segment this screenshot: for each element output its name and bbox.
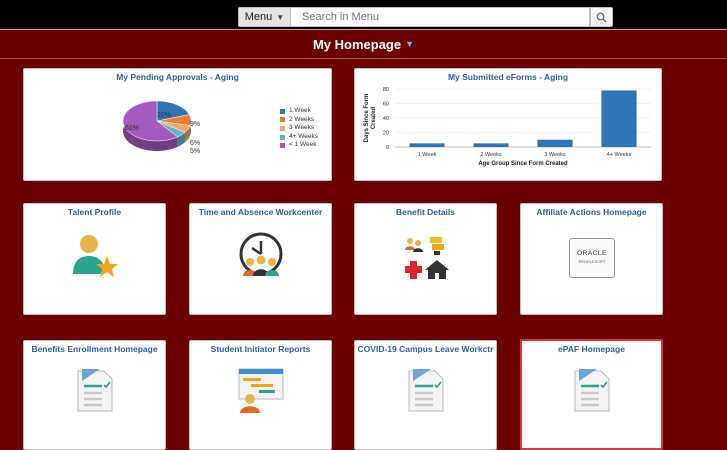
tile-title: Affiliate Actions Homepage bbox=[536, 207, 647, 217]
tile-student-reports[interactable]: Student Initiator Reports bbox=[189, 340, 332, 450]
chart-legend: 1 Week 2 Weeks 3 Weeks 4+ Weeks < 1 Week bbox=[280, 107, 318, 150]
y-tick-label: 20 bbox=[383, 131, 389, 137]
bar[interactable] bbox=[473, 143, 509, 147]
tile-benefit-details[interactable]: Benefit Details bbox=[354, 203, 497, 315]
y-tick-label: 0 bbox=[386, 145, 389, 151]
x-tick-label: 3 Weeks bbox=[544, 152, 566, 158]
x-tick-label: 2 Weeks bbox=[480, 152, 502, 158]
search-button[interactable] bbox=[590, 7, 613, 27]
bar[interactable] bbox=[537, 139, 573, 147]
legend-item: 4+ Weeks bbox=[280, 133, 318, 142]
legend-item: < 1 Week bbox=[280, 141, 318, 150]
data-label: 20% bbox=[157, 112, 172, 119]
legend-swatch bbox=[280, 134, 285, 140]
y-axis-label: Created bbox=[371, 106, 377, 129]
report-presenter-icon bbox=[238, 368, 283, 413]
tile-submitted-eforms[interactable]: My Submitted eForms - Aging 0 20 40 60 80 1 W… bbox=[354, 68, 662, 181]
tile-title: Student Initiator Reports bbox=[210, 344, 311, 354]
top-bar: Menu ▼ bbox=[0, 0, 727, 30]
legend-item: 1 Week bbox=[280, 107, 318, 116]
tile-epaf[interactable]: ePAF Homepage bbox=[520, 339, 663, 450]
y-tick-label: 80 bbox=[383, 87, 389, 93]
legend-label: 4+ Weeks bbox=[289, 132, 318, 140]
tile-title: ePAF Homepage bbox=[558, 344, 625, 354]
clock-people-icon bbox=[239, 232, 282, 276]
x-tick-label: 4+ Weeks bbox=[607, 152, 632, 158]
legend-label: 1 Week bbox=[289, 107, 311, 114]
tile-covid-leave[interactable]: COVID-19 Campus Leave Workctr bbox=[354, 340, 497, 450]
x-axis-label: Age Group Since Form Created bbox=[478, 161, 568, 167]
tile-title: Benefits Enrollment Homepage bbox=[31, 344, 158, 354]
data-label: 6% bbox=[190, 140, 201, 147]
tile-pending-approvals[interactable]: My Pending Approvals - Aging 20% 61% 9% … bbox=[23, 68, 332, 181]
page-title-text: My Homepage bbox=[312, 36, 402, 52]
user-star-icon bbox=[72, 235, 118, 277]
legend-label: < 1 Week bbox=[289, 141, 317, 149]
document-checklist-icon bbox=[408, 369, 443, 412]
tile-time-absence[interactable]: Time and Absence Workcenter bbox=[189, 203, 332, 315]
bar-chart: 0 20 40 60 80 1 Week 2 Weeks 3 Weeks 4+ Weeks Age… bbox=[364, 87, 651, 167]
legend-swatch bbox=[280, 117, 285, 123]
menu-button[interactable]: Menu ▼ bbox=[238, 7, 291, 27]
tile-title: Benefit Details bbox=[395, 207, 456, 217]
tile-title: Time and Absence Workcenter bbox=[198, 207, 323, 217]
benefits-grid-icon bbox=[402, 234, 449, 279]
search-icon bbox=[596, 12, 607, 22]
x-tick-label: 1 Week bbox=[418, 152, 437, 158]
y-axis-label: Days Since Form bbox=[364, 94, 370, 143]
tile-affiliate-actions[interactable]: Affiliate Actions Homepage ORACLE PEOPLE… bbox=[520, 203, 663, 315]
search-input[interactable] bbox=[291, 7, 590, 27]
y-tick-label: 60 bbox=[383, 102, 389, 108]
data-label: 5% bbox=[190, 148, 201, 155]
tile-title: COVID-19 Campus Leave Workctr bbox=[357, 344, 494, 354]
logo-line2: PEOPLESOFT bbox=[578, 259, 606, 264]
tile-talent-profile[interactable]: Talent Profile bbox=[23, 203, 166, 315]
tile-benefits-enrollment[interactable]: Benefits Enrollment Homepage bbox=[23, 340, 166, 450]
tile-title: My Pending Approvals - Aging bbox=[116, 72, 239, 82]
chevron-down-icon: ▼ bbox=[276, 12, 285, 22]
legend-swatch bbox=[280, 108, 285, 114]
document-checklist-icon bbox=[574, 369, 609, 412]
legend-label: 2 Weeks bbox=[289, 115, 315, 123]
page-title[interactable]: My Homepage ▼ bbox=[0, 30, 727, 58]
bar[interactable] bbox=[601, 90, 637, 147]
data-label: 9% bbox=[190, 121, 201, 128]
menu-button-label: Menu bbox=[244, 11, 273, 23]
data-label: 61% bbox=[125, 125, 140, 132]
document-checklist-icon bbox=[77, 369, 112, 412]
legend-label: 3 Weeks bbox=[289, 124, 315, 132]
chevron-down-icon: ▼ bbox=[405, 39, 415, 49]
legend-item: 3 Weeks bbox=[280, 124, 318, 133]
divider bbox=[0, 58, 727, 59]
legend-swatch bbox=[280, 143, 285, 149]
logo-line1: ORACLE bbox=[577, 250, 607, 257]
y-tick-label: 40 bbox=[383, 116, 389, 122]
legend-item: 2 Weeks bbox=[280, 116, 318, 125]
legend-swatch bbox=[280, 125, 285, 131]
oracle-peoplesoft-logo: ORACLE PEOPLESOFT bbox=[569, 238, 615, 278]
bar[interactable] bbox=[409, 143, 445, 147]
tile-title: Talent Profile bbox=[67, 207, 122, 217]
